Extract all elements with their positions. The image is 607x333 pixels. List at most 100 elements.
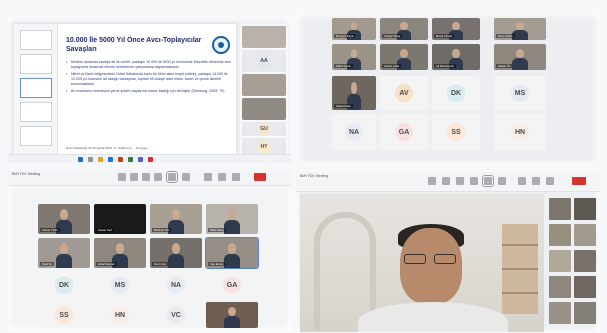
teams-icon[interactable] — [138, 157, 143, 162]
participant-avatar: HY — [257, 140, 271, 154]
raise-hand-icon[interactable] — [142, 173, 150, 181]
participant-video-tile[interactable] — [242, 98, 286, 120]
participant-video-tile[interactable]: Murat Yılmaz — [432, 18, 480, 40]
participant-avatar-tile[interactable]: AV — [380, 76, 428, 110]
chat-icon[interactable] — [428, 177, 436, 185]
people-icon[interactable] — [130, 173, 138, 181]
participant-video-tile[interactable] — [242, 74, 286, 96]
participant-video-tile[interactable]: Mert Uçar — [150, 238, 202, 268]
participant-video-tile[interactable] — [574, 276, 596, 298]
participant-video-tile[interactable] — [549, 302, 571, 324]
background-shelf — [502, 224, 538, 314]
powerpoint-icon[interactable] — [118, 157, 123, 162]
participant-avatar-tile[interactable]: GA — [380, 114, 428, 150]
participant-video-tile[interactable] — [549, 276, 571, 298]
slide-title: 10.000 İle 5000 Yıl Önce Avcı-Toplayıcıl… — [66, 37, 202, 53]
participant-video-tile[interactable]: Emre Şahin — [494, 18, 546, 40]
participant-video-tile-active[interactable]: Can Ersoy — [205, 237, 259, 269]
slide-thumbnail-pane — [14, 24, 58, 158]
participant-video-tile[interactable] — [206, 302, 258, 328]
chat-icon[interactable] — [118, 173, 126, 181]
participant-video-tile[interactable]: Mehmet Tan — [150, 204, 202, 234]
participant-avatar-tile[interactable]: GA — [206, 272, 258, 298]
camera-icon[interactable] — [204, 173, 212, 181]
folder-icon[interactable] — [98, 157, 103, 162]
app-icon[interactable] — [128, 157, 133, 162]
participant-avatar-tile[interactable]: MS — [494, 76, 546, 110]
slide-thumbnail[interactable] — [20, 30, 52, 50]
participant-name: Ali Rıza Demir — [434, 64, 456, 68]
slide-footer: Emil Dülderhağ: 23.10 Şubat 2019 - K. Sa… — [66, 146, 148, 150]
participant-avatar-tile[interactable]: SS — [432, 114, 480, 150]
participant-video-tile[interactable] — [574, 302, 596, 324]
participant-video-tile[interactable]: Ali Rıza Demir — [432, 44, 480, 70]
participant-avatar: GA — [395, 123, 413, 141]
camera-icon[interactable] — [518, 177, 526, 185]
slide-thumbnail[interactable] — [20, 102, 52, 122]
participant-name: Hakan Öz — [496, 64, 513, 68]
participant-video-tile[interactable]: Şükrü Aydın — [332, 44, 376, 70]
participant-video-tile[interactable]: Erdal Sancak — [94, 238, 146, 268]
participant-avatar-tile[interactable]: VC — [150, 302, 202, 328]
participant-video-tile[interactable] — [549, 198, 571, 220]
browser-icon[interactable] — [108, 157, 113, 162]
participant-video-tile[interactable] — [242, 26, 286, 48]
speaker-face — [400, 228, 462, 304]
participant-avatar: AV — [395, 84, 413, 102]
participant-video-tile[interactable]: Seda Arslan — [332, 76, 376, 110]
participant-avatar-tile[interactable]: MS — [94, 272, 146, 298]
slide-thumbnail[interactable] — [20, 126, 52, 146]
participant-avatar-tile[interactable]: DK — [38, 272, 90, 298]
more-icon[interactable] — [498, 177, 506, 185]
more-icon[interactable] — [182, 173, 190, 181]
participant-video-tile[interactable]: Hakan Öz — [494, 44, 546, 70]
mic-icon[interactable] — [218, 173, 226, 181]
participant-video-tile[interactable]: Ahmet Yıldız — [38, 204, 90, 234]
view-icon[interactable] — [482, 175, 494, 187]
participant-name: Meryem Kaya — [334, 34, 356, 38]
participant-video-tile[interactable]: Meryem Kaya — [332, 18, 376, 40]
participant-video-tile[interactable]: Sibel Aksoy — [206, 204, 258, 234]
participant-avatar-tile[interactable]: DK — [432, 76, 480, 110]
slide-thumbnail-active[interactable] — [20, 78, 52, 98]
search-icon[interactable] — [88, 157, 93, 162]
participant-avatar-tile[interactable]: HN — [94, 302, 146, 328]
participant-video-tile[interactable] — [574, 198, 596, 220]
share-icon[interactable] — [232, 173, 240, 181]
participant-avatar-tile[interactable]: NA — [150, 272, 202, 298]
start-icon[interactable] — [78, 157, 83, 162]
participant-video-tile[interactable]: Cengiz Aktaş — [380, 18, 428, 40]
participant-name: Kadir Er — [40, 262, 55, 266]
participant-video-tile[interactable] — [574, 224, 596, 246]
react-icon[interactable] — [154, 173, 162, 181]
participant-avatar-tile[interactable]: SS — [38, 302, 90, 328]
leave-call-icon[interactable] — [254, 173, 266, 181]
participant-avatar-tile[interactable]: HN — [494, 114, 546, 150]
app-icon[interactable] — [148, 157, 153, 162]
mic-icon[interactable] — [532, 177, 540, 185]
participant-video-tile[interactable]: Hasan Kurt — [94, 204, 146, 234]
view-icon[interactable] — [166, 171, 178, 183]
participant-strip: AA GU HY — [240, 24, 288, 158]
active-speaker-video[interactable] — [300, 194, 544, 332]
people-icon[interactable] — [442, 177, 450, 185]
shared-slide: 10.000 İle 5000 Yıl Önce Avcı-Toplayıcıl… — [14, 24, 236, 158]
slide-thumbnail[interactable] — [20, 54, 52, 74]
participant-video-tile[interactable]: Kenan Çelik — [380, 44, 428, 70]
participant-video-tile[interactable] — [549, 250, 571, 272]
participant-avatar-tile[interactable]: GU — [242, 122, 286, 136]
participant-avatar: HN — [511, 123, 529, 141]
participant-video-tile[interactable] — [549, 224, 571, 246]
react-icon[interactable] — [470, 177, 478, 185]
participant-avatar: GU — [258, 123, 270, 135]
participant-video-tile[interactable]: Kadir Er — [38, 238, 90, 268]
participant-name: Kenan Çelik — [382, 64, 402, 68]
participant-avatar: VC — [167, 306, 185, 324]
share-icon[interactable] — [546, 177, 554, 185]
raise-hand-icon[interactable] — [456, 177, 464, 185]
participant-video-tile[interactable] — [574, 250, 596, 272]
participant-name: Sibel Aksoy — [208, 228, 227, 232]
participant-avatar-tile[interactable]: NA — [332, 114, 376, 150]
leave-call-icon[interactable] — [572, 177, 586, 185]
participant-avatar-tile[interactable]: AA — [242, 50, 286, 72]
